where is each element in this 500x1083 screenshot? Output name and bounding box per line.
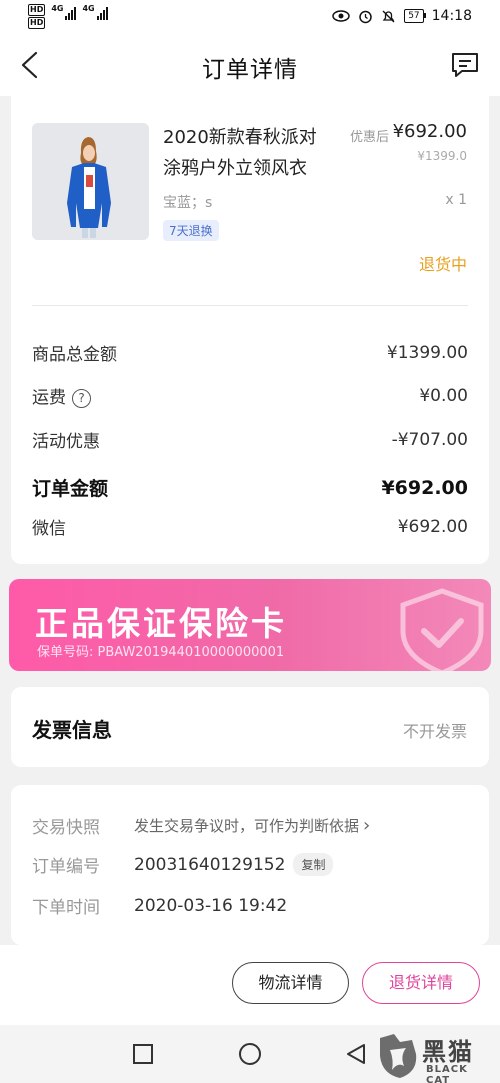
- shipping-label-group: 运费?: [32, 383, 91, 408]
- help-icon[interactable]: ?: [72, 388, 91, 408]
- order-number-label: 订单编号: [32, 857, 100, 877]
- payment-row: 微信 ¥692.00: [32, 514, 468, 540]
- product-name[interactable]: 2020新款春秋派对 涂鸦户外立领风衣: [163, 122, 343, 184]
- order-number-row: 订单编号 20031640129152 复制: [32, 852, 334, 877]
- return-policy-badge: 7天退换: [163, 220, 219, 241]
- network-type: 4G: [82, 4, 95, 13]
- network-type: 4G: [51, 4, 64, 13]
- product-spec: 宝蓝；s: [163, 195, 213, 211]
- divider: [32, 305, 468, 306]
- order-number: 20031640129152: [134, 854, 286, 875]
- return-status: 退货中: [418, 255, 467, 274]
- order-time-row: 下单时间 2020-03-16 19:42: [32, 893, 288, 919]
- summary-label: 运费: [32, 388, 66, 408]
- summary-row: 运费? ¥0.00: [32, 383, 468, 409]
- original-price: ¥1399.0: [417, 149, 467, 163]
- watermark-text: 黑猫: [422, 1038, 474, 1066]
- product-quantity: x 1: [445, 192, 467, 208]
- product-name-line: 2020新款春秋派对: [163, 127, 317, 148]
- nav-bar: 订单详情: [0, 34, 500, 96]
- copy-button[interactable]: 复制: [293, 853, 334, 876]
- shield-icon: [400, 588, 484, 671]
- signal-icon: 4G: [51, 4, 77, 20]
- alarm-icon: [359, 10, 372, 23]
- system-back-icon[interactable]: [345, 1043, 367, 1065]
- cat-logo-icon: [380, 1034, 417, 1078]
- summary-row: 商品总金额 ¥1399.00: [32, 340, 468, 366]
- summary-label: 订单金额: [32, 478, 109, 500]
- page-title: 订单详情: [202, 57, 298, 83]
- insurance-card[interactable]: 正品保证保险卡 保单号码: PBAW201944010000000001: [9, 579, 491, 671]
- hd-indicators: HD HD: [28, 4, 46, 30]
- chevron-right-icon: ›: [363, 815, 371, 836]
- payment-amount: ¥692.00: [397, 516, 468, 537]
- bottom-action-bar: 物流详情 退货详情: [0, 945, 500, 1025]
- summary-value: -¥707.00: [391, 429, 468, 450]
- summary-label: 活动优惠: [32, 432, 100, 452]
- product-name-line: 涂鸦户外立领风衣: [163, 158, 307, 179]
- order-info-card: 交易快照 发生交易争议时，可作为判断依据 › 订单编号 200316401291…: [11, 785, 489, 945]
- insurance-number: 保单号码: PBAW201944010000000001: [37, 645, 285, 660]
- clock: 14:18: [431, 8, 472, 24]
- signal-icon: 4G: [82, 4, 108, 20]
- snapshot-row[interactable]: 交易快照 发生交易争议时，可作为判断依据 ›: [32, 813, 370, 838]
- payment-method: 微信: [32, 519, 66, 539]
- recent-apps-icon[interactable]: [132, 1043, 154, 1065]
- summary-value: ¥1399.00: [386, 342, 468, 363]
- product-image[interactable]: [32, 123, 149, 240]
- home-icon[interactable]: [238, 1042, 262, 1066]
- logistics-button[interactable]: 物流详情: [232, 962, 349, 1004]
- summary-row: 活动优惠 -¥707.00: [32, 427, 468, 453]
- summary-value: ¥692.00: [381, 476, 468, 499]
- order-time: 2020-03-16 19:42: [134, 895, 288, 916]
- summary-value: ¥0.00: [419, 385, 468, 406]
- message-icon[interactable]: [450, 51, 480, 79]
- status-left: HD HD 4G 4G: [28, 4, 108, 30]
- order-total-row: 订单金额 ¥692.00: [32, 474, 468, 501]
- battery-indicator: 57: [404, 9, 427, 23]
- invoice-value: 不开发票: [402, 722, 467, 741]
- status-bar: HD HD 4G 4G 57 14:18: [0, 0, 500, 34]
- product-photo-illustration: [32, 123, 149, 240]
- invoice-card[interactable]: 发票信息 不开发票: [11, 687, 489, 767]
- watermark-subtext: BLACK CAT: [426, 1064, 468, 1083]
- eye-icon: [332, 10, 350, 22]
- status-right: 57 14:18: [332, 8, 472, 24]
- hd-badge: HD: [28, 17, 46, 29]
- price-label: 优惠后: [349, 130, 389, 145]
- order-time-label: 下单时间: [32, 898, 100, 918]
- snapshot-link[interactable]: 发生交易争议时，可作为判断依据: [134, 815, 359, 836]
- discounted-price: ¥692.00: [392, 121, 467, 142]
- mute-bell-icon: [382, 10, 395, 22]
- insurance-title: 正品保证保险卡: [35, 604, 287, 643]
- product-card: 2020新款春秋派对 涂鸦户外立领风衣 优惠后 ¥692.00 ¥1399.0 …: [11, 96, 489, 564]
- invoice-title: 发票信息: [32, 718, 112, 742]
- hd-badge: HD: [28, 4, 46, 16]
- snapshot-label: 交易快照: [32, 818, 100, 838]
- summary-label: 商品总金额: [32, 345, 117, 365]
- return-detail-button[interactable]: 退货详情: [362, 962, 480, 1004]
- watermark-logo: 黑猫 BLACK CAT: [376, 1032, 494, 1083]
